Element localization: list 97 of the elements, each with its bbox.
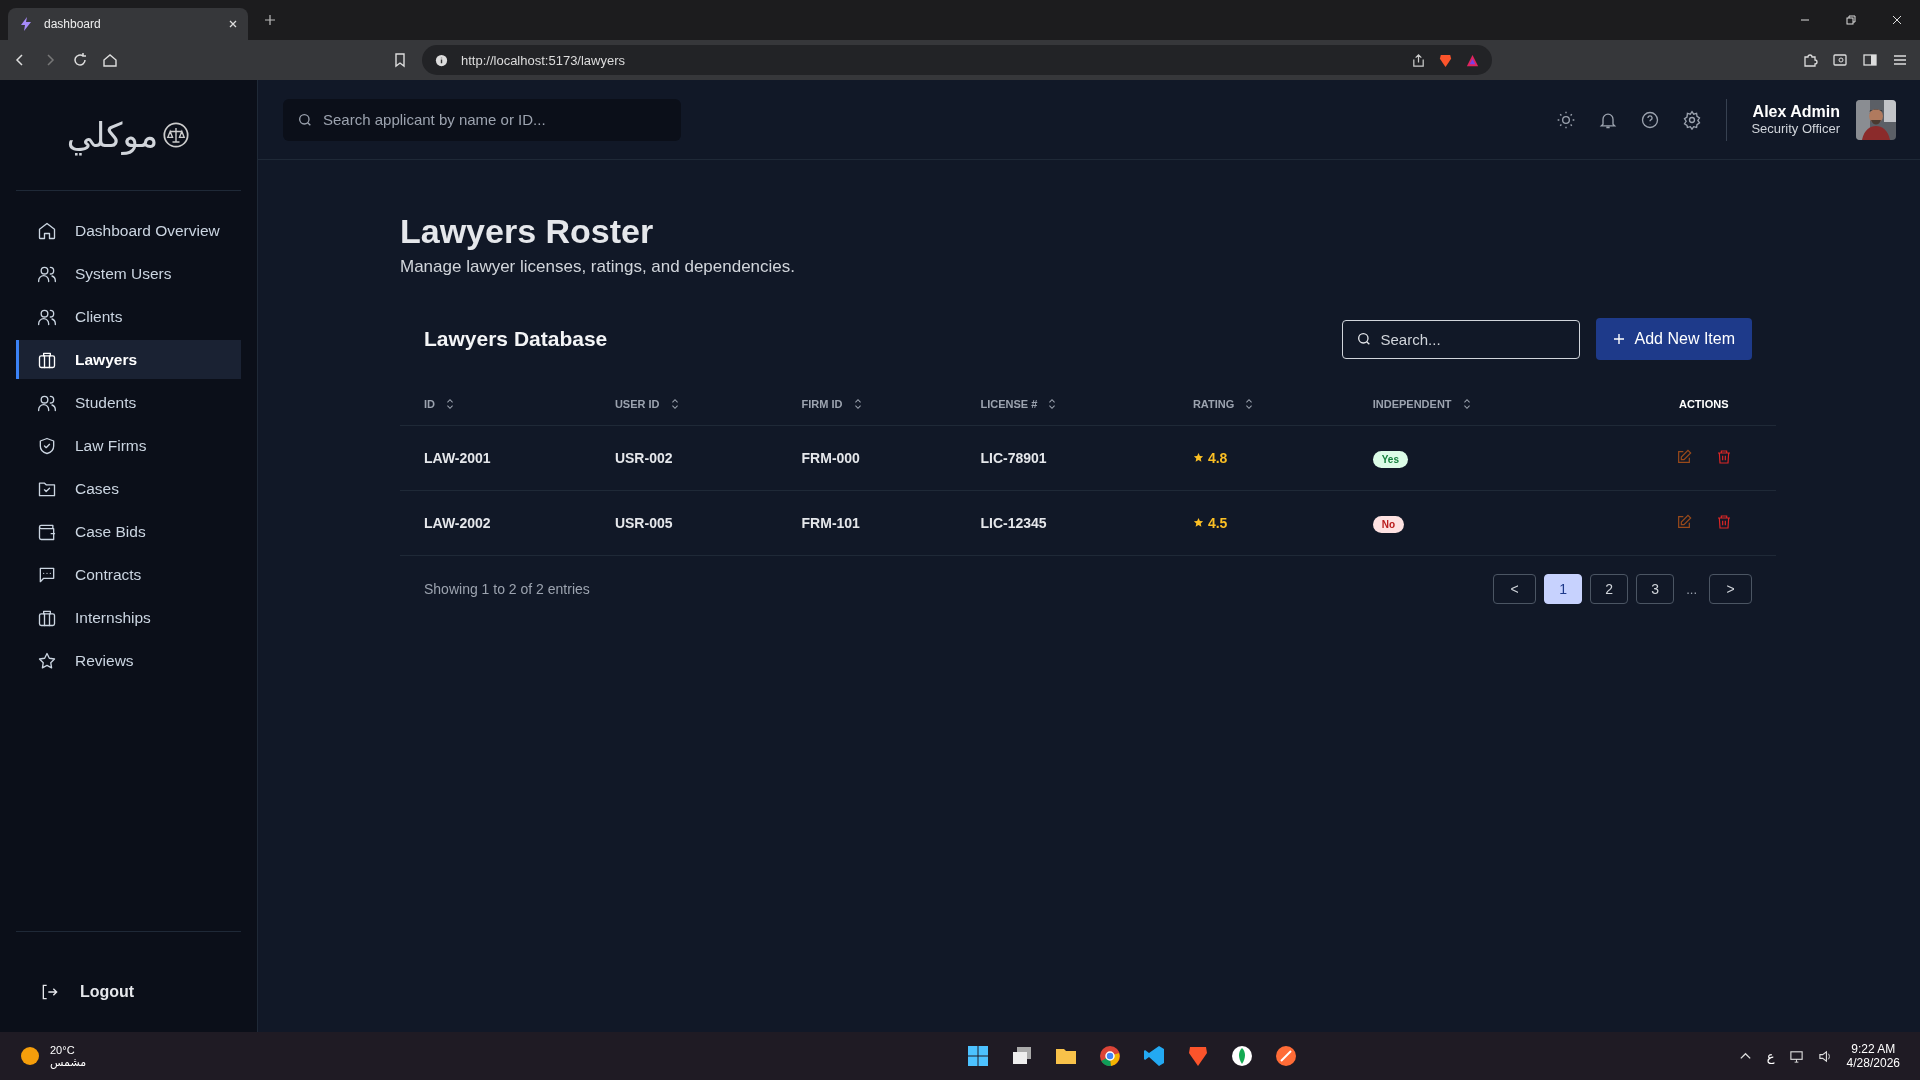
menu-icon[interactable] bbox=[1892, 52, 1908, 68]
triangle-icon[interactable] bbox=[1465, 52, 1480, 68]
column-header[interactable]: LICENSE # bbox=[980, 398, 1058, 410]
previous-page-button[interactable]: < bbox=[1493, 574, 1537, 604]
windows-icon[interactable] bbox=[965, 1044, 990, 1068]
close-icon[interactable] bbox=[228, 19, 238, 29]
sort-icon bbox=[1244, 398, 1255, 410]
sidebar-item[interactable]: Case Bids bbox=[16, 512, 241, 551]
speaker-icon[interactable] bbox=[1817, 1048, 1833, 1064]
trash-icon[interactable] bbox=[1715, 448, 1732, 465]
clock-date: 4/28/2026 bbox=[1846, 1056, 1900, 1070]
page-button[interactable]: 3 bbox=[1636, 574, 1675, 604]
column-header[interactable]: USER ID bbox=[614, 398, 680, 410]
table-cell: FRM-000 bbox=[801, 450, 860, 466]
page-button[interactable]: 2 bbox=[1590, 574, 1629, 604]
plus-icon bbox=[1612, 333, 1625, 345]
add-button[interactable]: Add New Item bbox=[1595, 318, 1752, 360]
table-cell: USR-005 bbox=[614, 515, 673, 531]
info-icon bbox=[434, 52, 449, 68]
sort-icon bbox=[669, 398, 680, 410]
sidebar-item[interactable]: Internships bbox=[16, 598, 241, 637]
sun-icon[interactable] bbox=[1556, 109, 1577, 130]
page-button[interactable]: 1 bbox=[1544, 574, 1583, 604]
sidebar-item[interactable]: Contracts bbox=[16, 555, 241, 594]
page-title: Lawyers Roster bbox=[400, 212, 655, 251]
bookmark-icon[interactable] bbox=[392, 52, 408, 68]
settings-icon[interactable] bbox=[1682, 109, 1703, 130]
sidebar-item[interactable]: Clients bbox=[16, 297, 241, 336]
help-icon[interactable] bbox=[1640, 109, 1661, 130]
sidebar-item[interactable]: Lawyers bbox=[16, 340, 241, 379]
column-header[interactable]: FIRM ID bbox=[801, 398, 863, 410]
home-icon bbox=[37, 220, 57, 241]
sort-icon bbox=[1461, 398, 1472, 410]
star-icon bbox=[1192, 452, 1204, 464]
sidebar-item[interactable]: System Users bbox=[16, 254, 241, 293]
pagination-ellipsis: ... bbox=[1685, 581, 1698, 597]
sidebar-item[interactable]: Law Firms bbox=[16, 426, 241, 465]
trash-icon[interactable] bbox=[1715, 513, 1732, 530]
table-cell: FRM-101 bbox=[801, 515, 860, 531]
edit-icon[interactable] bbox=[1675, 513, 1692, 530]
rating-value: 4.8 bbox=[1207, 449, 1228, 466]
next-page-button[interactable]: > bbox=[1709, 574, 1752, 604]
logout-button[interactable]: Logout bbox=[16, 931, 241, 1002]
star-icon bbox=[37, 650, 57, 671]
entries-summary: Showing 1 to 2 of 2 entries bbox=[424, 581, 590, 597]
temperature: 20°C bbox=[50, 1043, 76, 1056]
column-header[interactable]: INDEPENDENT bbox=[1372, 398, 1472, 410]
reload-icon[interactable] bbox=[72, 52, 88, 68]
status-badge: Yes bbox=[1372, 451, 1408, 468]
lightning-icon bbox=[18, 16, 34, 32]
edit-icon[interactable] bbox=[1675, 448, 1692, 465]
search-icon bbox=[297, 111, 313, 128]
search-field[interactable]: Search... bbox=[1341, 319, 1580, 359]
logout-icon bbox=[40, 982, 60, 1002]
user-role: Security Officer bbox=[1751, 121, 1840, 136]
sort-icon bbox=[852, 398, 863, 410]
shield-icon bbox=[37, 435, 57, 456]
column-header: ACTIONS bbox=[1678, 398, 1729, 410]
table-cell: LAW-2002 bbox=[424, 515, 491, 531]
star-icon bbox=[1192, 517, 1204, 529]
chrome-icon[interactable] bbox=[1097, 1044, 1122, 1068]
column-header[interactable]: RATING bbox=[1192, 398, 1255, 410]
sort-icon bbox=[445, 398, 455, 410]
search-icon bbox=[1355, 331, 1372, 347]
table-cell: LAW-2001 bbox=[424, 450, 491, 466]
close-icon[interactable] bbox=[1891, 14, 1903, 26]
table-cell: LIC-78901 bbox=[980, 450, 1047, 466]
weather-condition: مشمس bbox=[50, 1055, 87, 1069]
status-badge: No bbox=[1372, 516, 1405, 533]
table-title: Lawyers Database bbox=[424, 327, 608, 351]
home-icon[interactable] bbox=[102, 52, 118, 68]
table-cell: USR-002 bbox=[614, 450, 673, 466]
restore-icon[interactable] bbox=[1845, 14, 1857, 26]
search-field[interactable]: Search applicant by name or ID... bbox=[283, 98, 681, 141]
network-icon[interactable] bbox=[1788, 1048, 1804, 1064]
table-cell: LIC-12345 bbox=[980, 515, 1047, 531]
leaf-icon[interactable] bbox=[1229, 1044, 1254, 1068]
sidebar-item[interactable]: Dashboard Overview bbox=[16, 211, 241, 250]
logo-text: موكلي bbox=[66, 115, 159, 155]
sort-icon bbox=[1047, 398, 1058, 410]
sun-icon bbox=[20, 1046, 40, 1066]
column-header[interactable]: ID bbox=[424, 398, 455, 410]
plus-icon[interactable] bbox=[264, 14, 276, 26]
user-name: Alex Admin bbox=[1752, 103, 1840, 121]
sidebar-item[interactable]: Students bbox=[16, 383, 241, 422]
sidebar-icon[interactable] bbox=[1862, 52, 1878, 68]
scales-emblem-icon bbox=[162, 121, 191, 149]
address-bar[interactable]: http://localhost:5173/lawyers bbox=[422, 45, 1492, 75]
rating-value: 4.5 bbox=[1207, 514, 1228, 531]
clock-time: 9:22 AM bbox=[1851, 1042, 1896, 1056]
page-subtitle: Manage lawyer licenses, ratings, and dependencies. bbox=[400, 257, 797, 277]
browser-tab[interactable]: dashboard bbox=[8, 8, 248, 40]
input-language[interactable]: ع bbox=[1766, 1048, 1775, 1064]
puzzle-icon[interactable] bbox=[1802, 52, 1818, 68]
sidebar-item[interactable]: Cases bbox=[16, 469, 241, 508]
share-icon[interactable] bbox=[1411, 52, 1426, 68]
sidebar-item[interactable]: Reviews bbox=[16, 641, 241, 680]
